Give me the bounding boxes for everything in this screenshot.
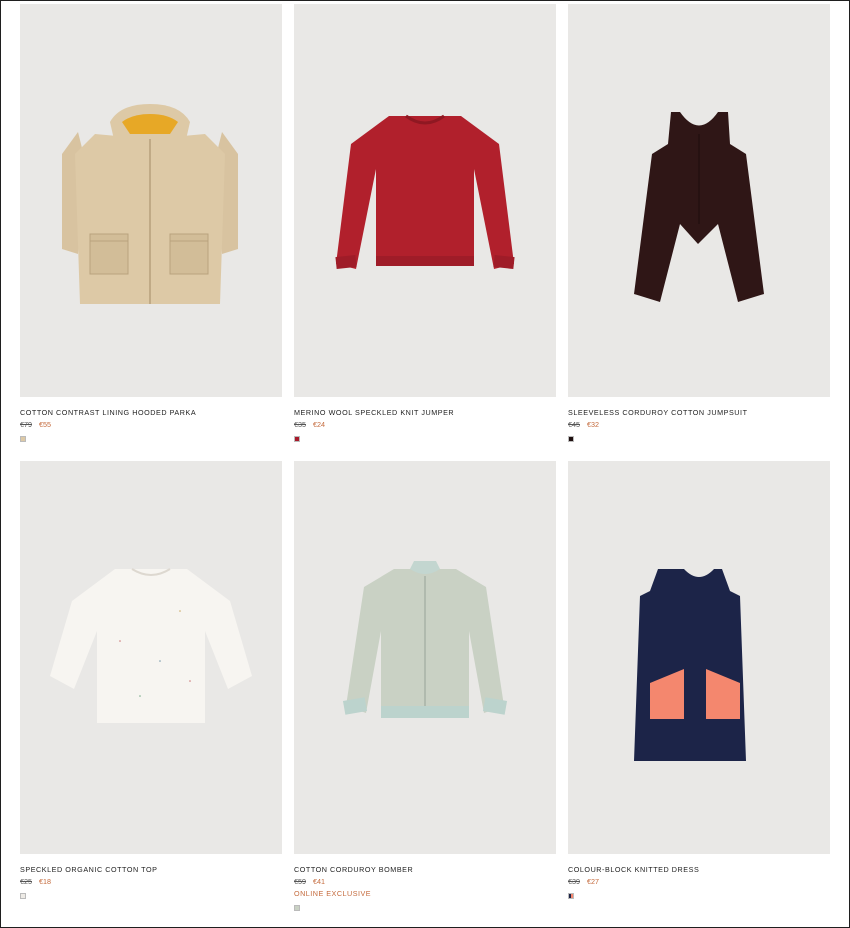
product-prices: €79 €55 [20, 420, 282, 429]
sale-price: €27 [587, 877, 599, 886]
product-prices: €59 €41 [294, 877, 556, 886]
product-prices: €45 €32 [568, 420, 830, 429]
product-card[interactable]: SPECKLED ORGANIC COTTON TOP €25 €18 [20, 461, 282, 911]
product-prices: €35 €24 [294, 420, 556, 429]
product-title[interactable]: COTTON CONTRAST LINING HOODED PARKA [20, 408, 282, 417]
sale-price: €24 [313, 420, 325, 429]
jumper-image[interactable] [294, 4, 556, 397]
product-card[interactable]: COTTON CORDUROY BOMBER €59 €41 ONLINE EXC… [294, 461, 556, 911]
product-card[interactable]: COLOUR-BLOCK KNITTED DRESS €39 €27 [568, 461, 830, 911]
old-price: €45 [568, 420, 580, 429]
color-swatch[interactable] [294, 436, 300, 442]
product-card[interactable]: SLEEVELESS CORDUROY COTTON JUMPSUIT €45 €… [568, 4, 830, 454]
old-price: €59 [294, 877, 306, 886]
product-title[interactable]: MERINO WOOL SPECKLED KNIT JUMPER [294, 408, 556, 417]
old-price: €39 [568, 877, 580, 886]
product-title[interactable]: COTTON CORDUROY BOMBER [294, 865, 556, 874]
dress-image[interactable] [568, 461, 830, 854]
product-title[interactable]: SPECKLED ORGANIC COTTON TOP [20, 865, 282, 874]
product-grid: COTTON CONTRAST LINING HOODED PARKA €79 €… [20, 4, 830, 911]
old-price: €35 [294, 420, 306, 429]
product-prices: €39 €27 [568, 877, 830, 886]
top-image[interactable] [20, 461, 282, 854]
product-card[interactable]: MERINO WOOL SPECKLED KNIT JUMPER €35 €24 [294, 4, 556, 454]
color-swatch[interactable] [568, 893, 574, 899]
color-swatch[interactable] [568, 436, 574, 442]
jumpsuit-image[interactable] [568, 4, 830, 397]
color-swatch[interactable] [20, 436, 26, 442]
sale-price: €18 [39, 877, 51, 886]
product-card[interactable]: COTTON CONTRAST LINING HOODED PARKA €79 €… [20, 4, 282, 454]
bomber-image[interactable] [294, 461, 556, 854]
sale-price: €55 [39, 420, 51, 429]
sale-price: €32 [587, 420, 599, 429]
product-title[interactable]: SLEEVELESS CORDUROY COTTON JUMPSUIT [568, 408, 830, 417]
color-swatch[interactable] [20, 893, 26, 899]
product-title[interactable]: COLOUR-BLOCK KNITTED DRESS [568, 865, 830, 874]
color-swatch[interactable] [294, 905, 300, 911]
sale-price: €41 [313, 877, 325, 886]
online-exclusive-badge: ONLINE EXCLUSIVE [294, 889, 372, 898]
old-price: €79 [20, 420, 32, 429]
product-prices: €25 €18 [20, 877, 282, 886]
old-price: €25 [20, 877, 32, 886]
parka-image[interactable] [20, 4, 282, 397]
